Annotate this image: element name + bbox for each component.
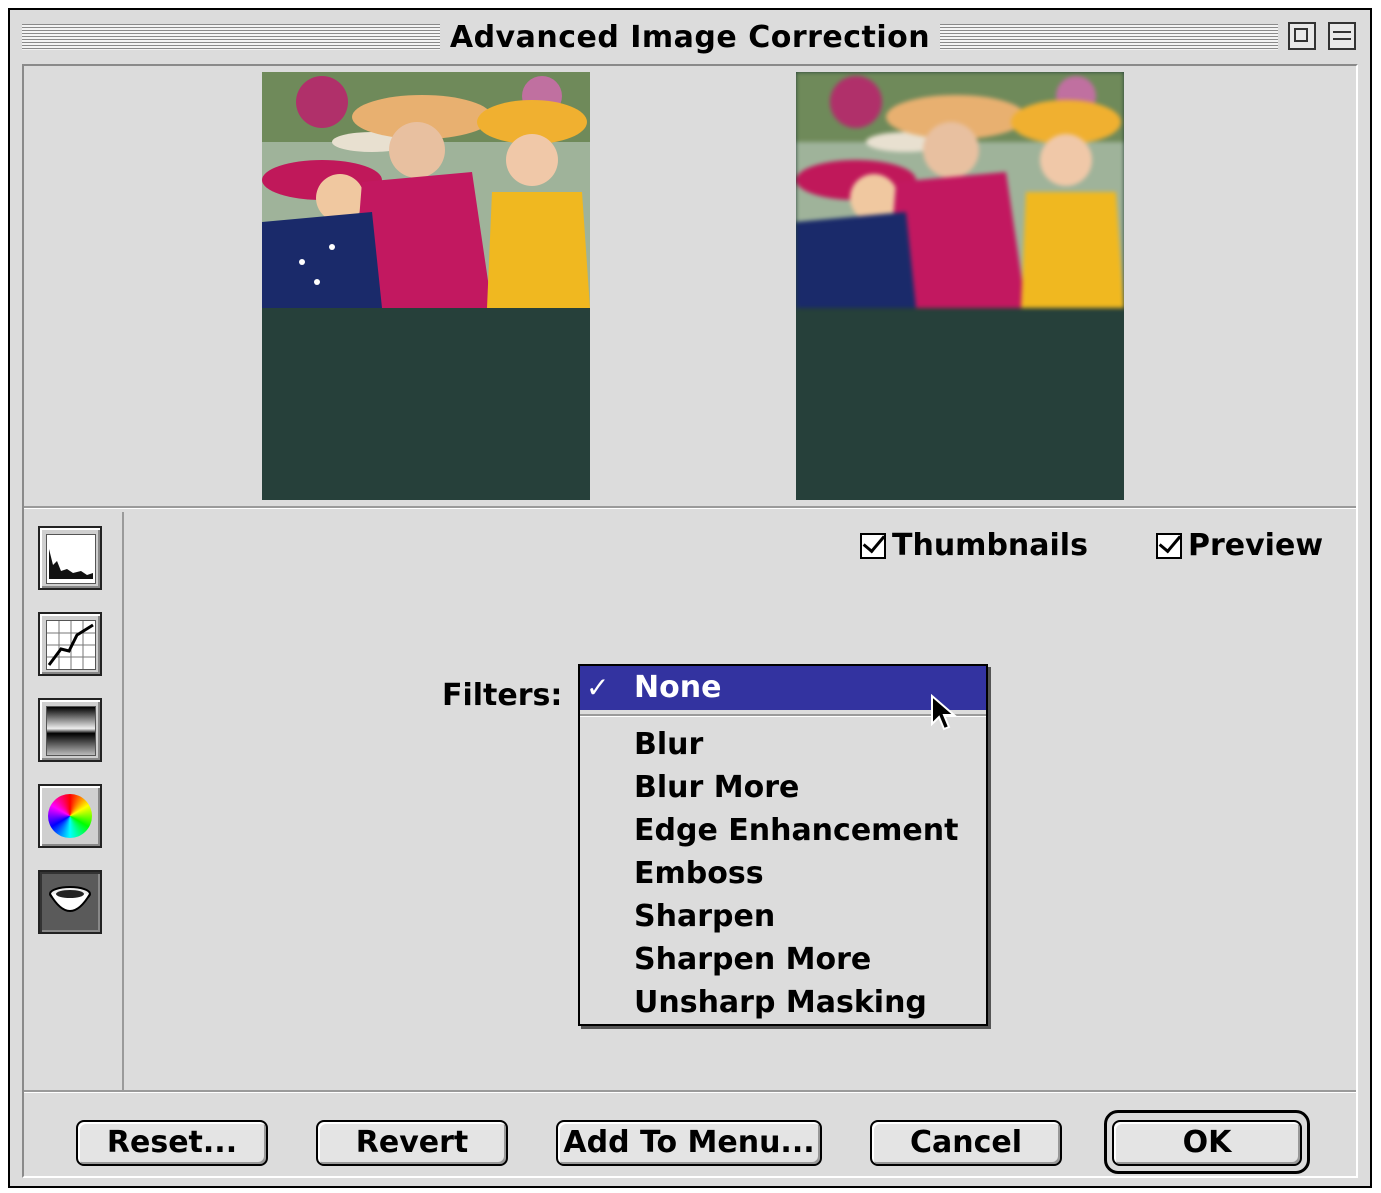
menu-item-label: Emboss <box>634 856 764 891</box>
tool-palette <box>24 512 124 1090</box>
histogram-tool-button[interactable] <box>38 526 102 590</box>
histogram-tool-icon <box>46 534 96 584</box>
cancel-button[interactable]: Cancel <box>870 1120 1062 1166</box>
preview-separator <box>24 506 1356 509</box>
menu-item-label: Sharpen <box>634 899 776 934</box>
thumbnails-label: Thumbnails <box>892 528 1088 563</box>
curves-tool-icon <box>46 620 96 670</box>
thumbnails-checkbox-box[interactable] <box>860 532 886 559</box>
add-to-menu-button[interactable]: Add To Menu... <box>556 1120 822 1166</box>
color-wheel-tool-icon <box>46 792 94 840</box>
ok-button[interactable]: OK <box>1112 1120 1302 1166</box>
preview-photo <box>796 72 1124 308</box>
menu-item-label: None <box>634 670 722 705</box>
preview-checkbox-box[interactable] <box>1156 532 1182 559</box>
filters-label: Filters: <box>442 678 563 713</box>
dialog-window: Advanced Image Correction Thumbnails Pre… <box>8 8 1372 1188</box>
filters-popup-menu[interactable]: ✓ None Blur Blur More Edge Enhancement E… <box>578 664 988 1026</box>
bowl-tool-icon <box>46 878 94 926</box>
menu-item-label: Blur <box>634 727 704 762</box>
menu-item-blur-more[interactable]: Blur More <box>580 767 986 809</box>
preview-label: Preview <box>1188 528 1324 563</box>
gradient-tool-icon <box>46 706 96 756</box>
color-wheel-tool-button[interactable] <box>38 784 102 848</box>
menu-item-emboss[interactable]: Emboss <box>580 853 986 895</box>
menu-item-label: Sharpen More <box>634 942 872 977</box>
title-bar[interactable]: Advanced Image Correction <box>10 10 1370 62</box>
menu-item-none[interactable]: ✓ None <box>580 666 986 710</box>
thumbnails-checkbox[interactable]: Thumbnails <box>860 528 1088 563</box>
zoom-window-button[interactable] <box>1328 22 1356 50</box>
mouse-pointer-icon <box>931 694 957 731</box>
preview-area <box>24 66 1356 506</box>
preview-checkbox[interactable]: Preview <box>1156 528 1323 563</box>
gradient-tool-button[interactable] <box>38 698 102 762</box>
menu-item-sharpen-more[interactable]: Sharpen More <box>580 939 986 981</box>
menu-divider <box>580 714 986 717</box>
button-bar-separator <box>24 1090 1356 1093</box>
menu-item-label: Unsharp Masking <box>634 985 927 1020</box>
original-thumbnail <box>262 72 590 500</box>
curves-tool-button[interactable] <box>38 612 102 676</box>
menu-item-edge-enhancement[interactable]: Edge Enhancement <box>580 810 986 852</box>
menu-item-label: Blur More <box>634 770 800 805</box>
preview-thumbnail <box>796 72 1124 500</box>
original-photo <box>262 72 590 308</box>
check-mark-icon: ✓ <box>586 671 610 704</box>
menu-item-sharpen[interactable]: Sharpen <box>580 896 986 938</box>
collapse-window-button[interactable] <box>1288 22 1316 50</box>
menu-item-blur[interactable]: Blur <box>580 724 986 766</box>
dialog-content: Thumbnails Preview Filters: ✓ None Blur … <box>22 64 1358 1178</box>
window-title: Advanced Image Correction <box>439 20 941 55</box>
revert-button[interactable]: Revert <box>316 1120 508 1166</box>
reset-button[interactable]: Reset... <box>76 1120 268 1166</box>
menu-item-unsharp-masking[interactable]: Unsharp Masking <box>580 982 986 1024</box>
menu-item-label: Edge Enhancement <box>634 813 959 848</box>
filters-tool-button[interactable] <box>38 870 102 934</box>
